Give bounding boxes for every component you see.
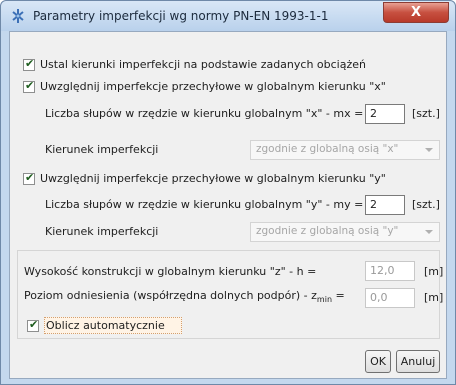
x-count-input[interactable]: 2 (365, 104, 405, 124)
height-label: Wysokość konstrukcji w globalnym kierunk… (24, 265, 317, 278)
y-direction-label: Kierunek imperfekcji (45, 225, 159, 238)
y-direction-value: zgodnie z globalną osią "y" (256, 225, 399, 237)
ref-level-input[interactable]: 0,0 (365, 288, 415, 308)
x-direction-select[interactable]: zgodnie z globalną osią "x" (250, 140, 440, 160)
y-count-label: Liczba słupów w rzędzie w kierunku globa… (45, 198, 364, 211)
auto-directions-label: Ustal kierunki imperfekcji na podstawie … (40, 58, 366, 71)
dialog-window: Parametry imperfekcji wg normy PN-EN 199… (0, 0, 456, 385)
app-icon (12, 9, 24, 23)
ref-level-unit: [m] (424, 291, 444, 304)
include-x-label: Uwzględnij imperfekcje przechyłowe w glo… (40, 80, 386, 93)
title-bar[interactable]: Parametry imperfekcji wg normy PN-EN 199… (1, 1, 455, 31)
y-count-unit: [szt.] (412, 198, 440, 211)
include-y-label: Uwzględnij imperfekcje przechyłowe w glo… (40, 172, 386, 185)
chevron-down-icon (425, 230, 433, 234)
ref-level-label: Poziom odniesienia (współrzędna dolnych … (24, 289, 345, 305)
y-direction-select[interactable]: zgodnie z globalną osią "y" (250, 222, 440, 242)
cancel-button[interactable]: Anuluj (396, 350, 440, 373)
chevron-down-icon (425, 148, 433, 152)
x-direction-value: zgodnie z globalną osią "x" (256, 143, 399, 155)
auto-calc-checkbox[interactable]: ✔ (27, 318, 39, 332)
auto-calc-label: Oblicz automatycznie (46, 319, 165, 332)
include-x-checkbox[interactable]: ✔ (23, 79, 35, 93)
height-input[interactable]: 12,0 (365, 261, 415, 281)
include-y-checkbox[interactable]: ✔ (23, 171, 35, 185)
height-unit: [m] (424, 265, 444, 278)
close-button[interactable]: X (383, 2, 449, 23)
x-count-unit: [szt.] (412, 107, 440, 120)
window-title: Parametry imperfekcji wg normy PN-EN 199… (33, 9, 329, 23)
y-count-input[interactable]: 2 (365, 195, 405, 215)
x-count-label: Liczba słupów w rzędzie w kierunku globa… (45, 107, 364, 120)
ok-button[interactable]: OK (365, 350, 391, 373)
x-direction-label: Kierunek imperfekcji (45, 143, 159, 156)
auto-directions-checkbox[interactable]: ✔ (23, 57, 35, 71)
dialog-content: ✔ Ustal kierunki imperfekcji na podstawi… (9, 31, 447, 379)
